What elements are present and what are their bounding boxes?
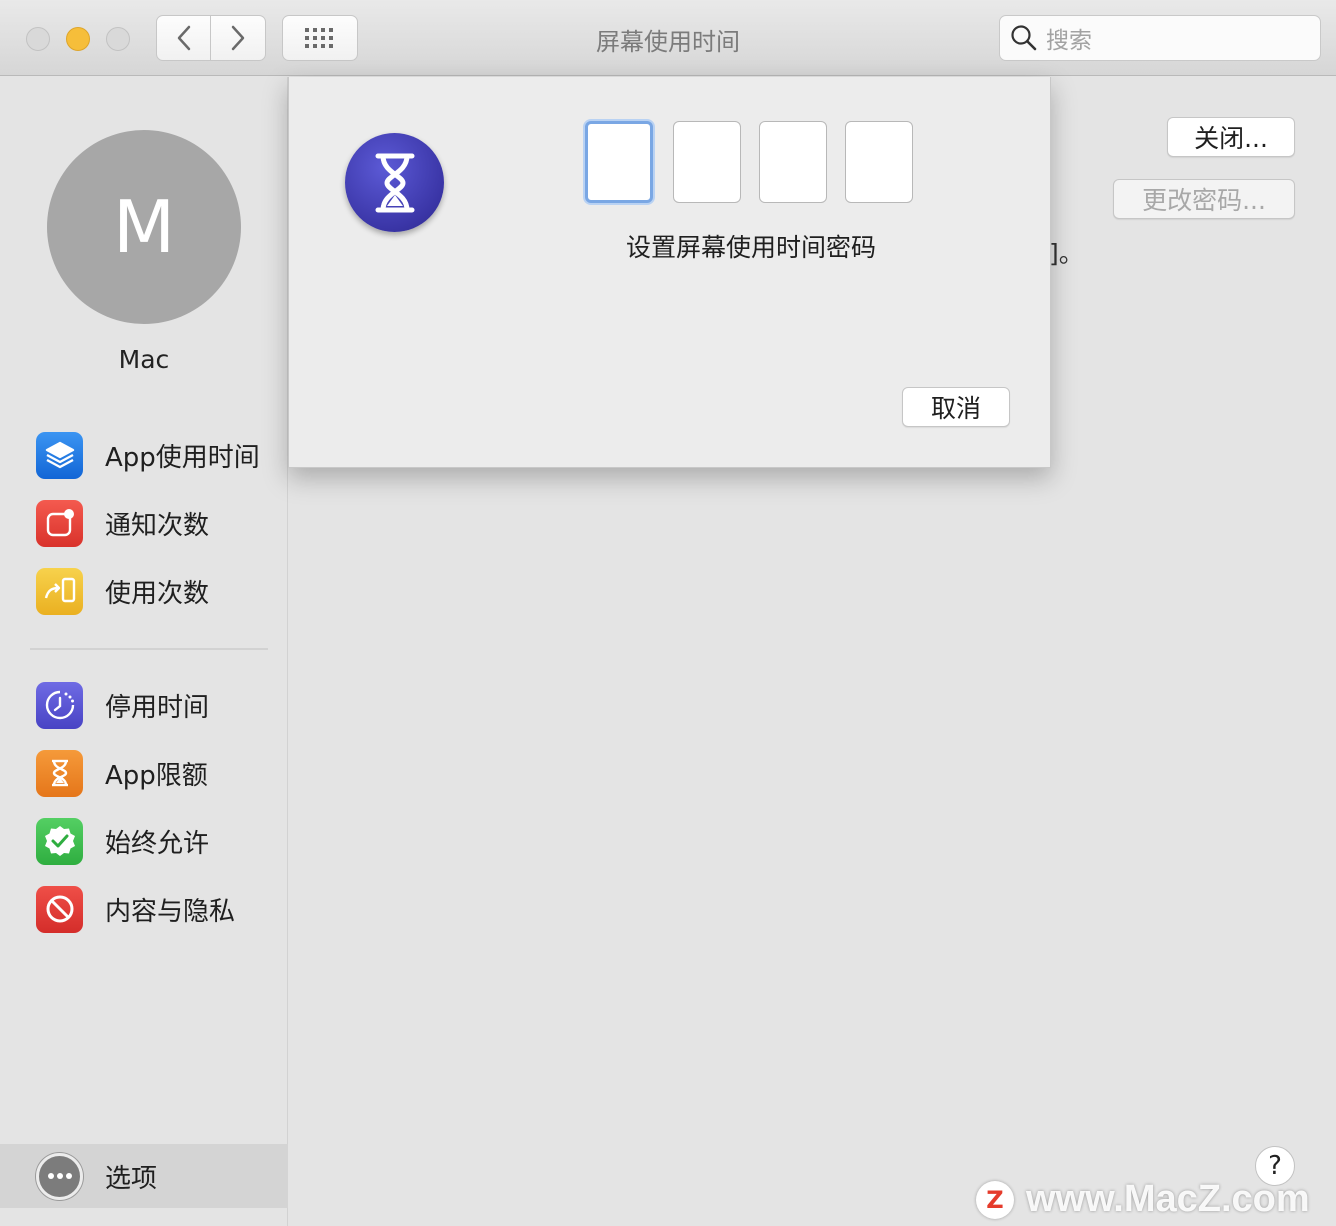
passcode-digit-3[interactable]: [759, 121, 827, 203]
pickups-icon: [36, 567, 83, 615]
cancel-button[interactable]: 取消: [902, 387, 1010, 427]
search-icon: [1011, 25, 1037, 51]
app-limits-icon: [36, 749, 83, 797]
sidebar-item-app-usage[interactable]: App使用时间: [36, 430, 260, 480]
hidden-description-text: ]。: [1049, 239, 1084, 268]
sidebar-divider: [30, 648, 268, 650]
watermark-logo-icon: Z: [976, 1180, 1014, 1219]
sidebar-item-label: App使用时间: [105, 442, 260, 473]
search-placeholder: 搜索: [1046, 28, 1092, 54]
passcode-digit-1[interactable]: [585, 121, 653, 203]
app-usage-icon: [36, 431, 83, 479]
search-field[interactable]: 搜索: [999, 15, 1321, 61]
passcode-sheet: 设置屏幕使用时间密码 取消: [288, 77, 1051, 468]
sidebar-item-notifications[interactable]: 通知次数: [36, 498, 209, 548]
sidebar-item-label: 选项: [105, 1163, 158, 1194]
sidebar-item-pickups[interactable]: 使用次数: [36, 566, 209, 616]
sidebar-item-content-privacy[interactable]: 内容与隐私: [36, 884, 235, 934]
avatar-initial: M: [112, 185, 176, 269]
passcode-prompt: 设置屏幕使用时间密码: [625, 233, 876, 262]
passcode-digit-4[interactable]: [845, 121, 913, 203]
change-passcode-button[interactable]: 更改密码...: [1113, 179, 1295, 219]
sidebar-item-label: 内容与隐私: [105, 896, 236, 927]
watermark: Z www.MacZ.com: [976, 1178, 1310, 1221]
avatar[interactable]: M: [47, 130, 241, 324]
more-options-icon: [36, 1152, 83, 1200]
sidebar-item-options[interactable]: 选项: [36, 1151, 157, 1201]
sidebar-item-label: App限额: [105, 760, 208, 791]
screen-time-hourglass-icon: [345, 133, 444, 232]
sidebar-item-app-limits[interactable]: App限额: [36, 748, 208, 798]
sidebar-item-label: 使用次数: [105, 578, 210, 609]
sidebar-item-label: 停用时间: [105, 692, 210, 723]
sidebar-item-always-allowed[interactable]: 始终允许: [36, 816, 209, 866]
downtime-icon: [36, 681, 83, 729]
question-mark-icon: ?: [1268, 1151, 1282, 1181]
title-bar: 屏幕使用时间 搜索: [0, 0, 1336, 76]
sidebar: M Mac App使用时间 通知次数 使用次数 停用时间 App限额 始终允许 …: [0, 77, 288, 1226]
watermark-text: www.MacZ.com: [1026, 1178, 1310, 1220]
sidebar-item-downtime[interactable]: 停用时间: [36, 680, 209, 730]
sidebar-item-label: 始终允许: [105, 828, 210, 859]
content-privacy-icon: [36, 885, 83, 933]
always-allowed-icon: [36, 817, 83, 865]
notifications-icon: [36, 499, 83, 547]
turn-off-button[interactable]: 关闭...: [1167, 117, 1295, 157]
user-name: Mac: [118, 345, 170, 374]
passcode-digit-2[interactable]: [673, 121, 741, 203]
sidebar-item-label: 通知次数: [105, 510, 210, 541]
